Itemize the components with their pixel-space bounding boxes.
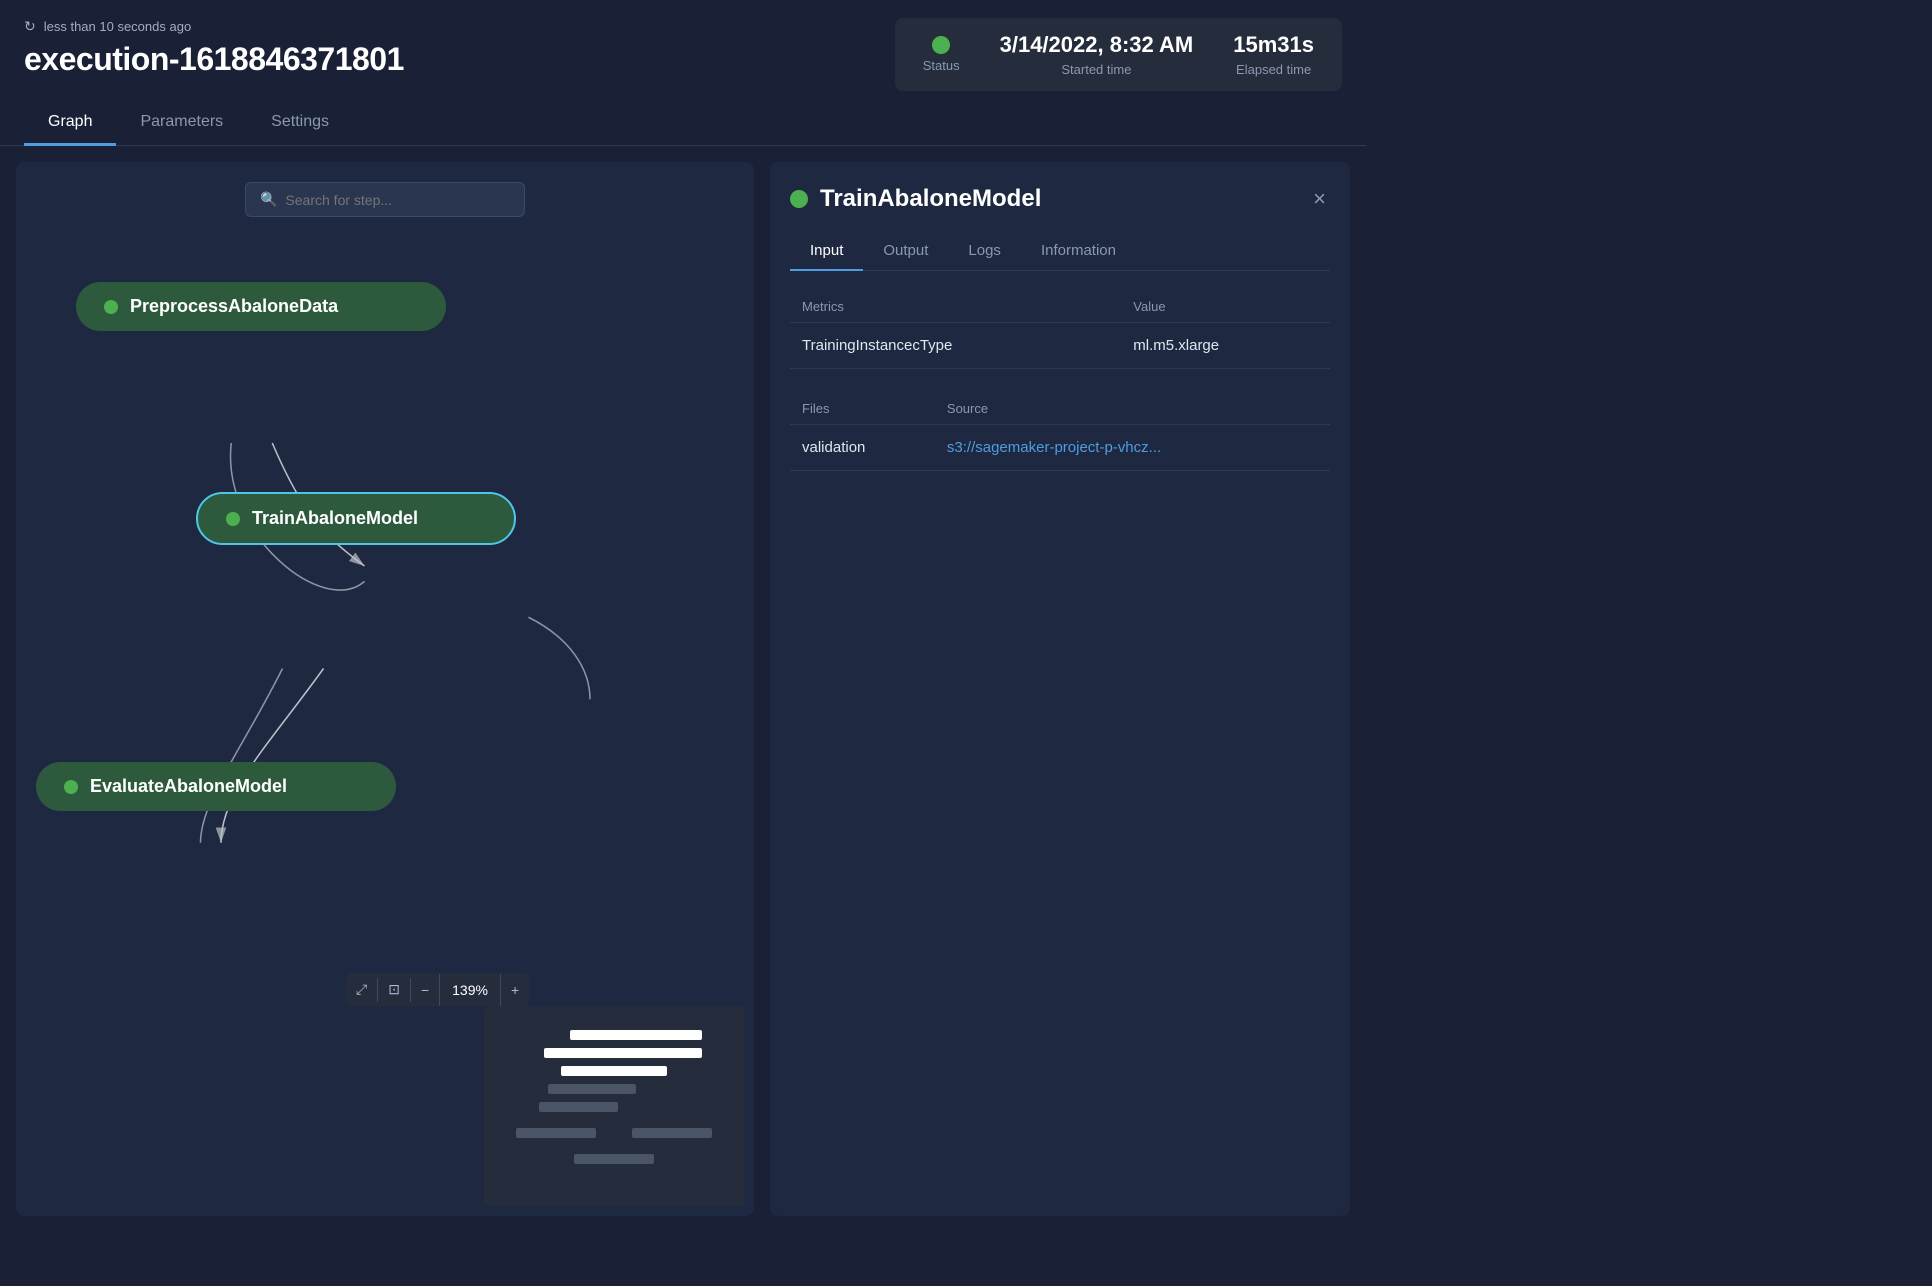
metrics-table: Metrics Value TrainingInstancecType ml.m…: [790, 291, 1330, 369]
node-train[interactable]: TrainAbaloneModel: [196, 492, 516, 545]
started-time-item: 3/14/2022, 8:32 AM Started time: [1000, 32, 1194, 77]
detail-panel-title: TrainAbaloneModel: [790, 185, 1041, 213]
search-input[interactable]: [285, 192, 510, 208]
node-evaluate[interactable]: EvaluateAbaloneModel: [36, 762, 396, 811]
section-divider: [790, 369, 1330, 393]
zoom-fit-button[interactable]: ⤢: [346, 973, 377, 1006]
detail-title-text: TrainAbaloneModel: [820, 185, 1041, 213]
metrics-col-header: Metrics: [790, 291, 1121, 323]
refresh-icon: ↻: [24, 18, 36, 35]
header-left: ↻ less than 10 seconds ago execution-161…: [24, 18, 404, 78]
tab-settings[interactable]: Settings: [247, 101, 353, 146]
refresh-label: less than 10 seconds ago: [44, 19, 191, 34]
inner-tab-output[interactable]: Output: [863, 232, 948, 271]
status-value: [932, 36, 950, 54]
table-row: validation s3://sagemaker-project-p-vhcz…: [790, 425, 1330, 471]
tab-graph[interactable]: Graph: [24, 101, 116, 146]
value-cell: ml.m5.xlarge: [1121, 323, 1330, 369]
node-status-dot-preprocess: [104, 300, 118, 314]
started-time-label: Started time: [1061, 62, 1131, 77]
mini-map: [484, 1006, 744, 1206]
close-panel-button[interactable]: ×: [1309, 182, 1330, 216]
files-col-header: Files: [790, 393, 935, 425]
node-preprocess[interactable]: PreprocessAbaloneData: [76, 282, 446, 331]
refresh-row: ↻ less than 10 seconds ago: [24, 18, 404, 35]
execution-title: execution-1618846371801: [24, 41, 404, 78]
inner-tab-logs[interactable]: Logs: [948, 232, 1021, 271]
zoom-out-button[interactable]: −: [411, 974, 439, 1006]
zoom-in-button[interactable]: +: [501, 974, 529, 1006]
source-col-header: Source: [935, 393, 1330, 425]
header: ↻ less than 10 seconds ago execution-161…: [0, 0, 1366, 101]
status-label: Status: [923, 58, 960, 73]
files-table: Files Source validation s3://sagemaker-p…: [790, 393, 1330, 471]
started-time-value: 3/14/2022, 8:32 AM: [1000, 32, 1194, 58]
node-status-dot-train: [226, 512, 240, 526]
tab-parameters[interactable]: Parameters: [116, 101, 247, 146]
elapsed-time-label: Elapsed time: [1236, 62, 1311, 77]
source-link[interactable]: s3://sagemaker-project-p-vhcz...: [947, 439, 1161, 456]
inner-tab-input[interactable]: Input: [790, 232, 863, 271]
status-dot: [932, 36, 950, 54]
elapsed-time-item: 15m31s Elapsed time: [1233, 32, 1314, 77]
zoom-reset-button[interactable]: ⊡: [378, 973, 410, 1006]
header-status-bar: Status 3/14/2022, 8:32 AM Started time 1…: [895, 18, 1342, 91]
elapsed-time-value: 15m31s: [1233, 32, 1314, 58]
node-label-evaluate: EvaluateAbaloneModel: [90, 776, 287, 797]
node-status-dot-evaluate: [64, 780, 78, 794]
search-bar[interactable]: 🔍: [245, 182, 525, 217]
detail-status-dot: [790, 190, 808, 208]
node-label-preprocess: PreprocessAbaloneData: [130, 296, 338, 317]
file-cell: validation: [790, 425, 935, 471]
graph-panel: 🔍 PreprocessAbaloneData: [16, 162, 754, 1216]
detail-panel-header: TrainAbaloneModel ×: [790, 182, 1330, 216]
main-tabs: Graph Parameters Settings: [0, 101, 1366, 146]
zoom-value: 139%: [439, 974, 501, 1006]
search-icon: 🔍: [260, 191, 277, 208]
main-content: 🔍 PreprocessAbaloneData: [0, 146, 1366, 1232]
node-label-train: TrainAbaloneModel: [252, 508, 418, 529]
value-col-header: Value: [1121, 291, 1330, 323]
zoom-controls: ⤢ ⊡ − 139% +: [346, 973, 529, 1006]
source-cell[interactable]: s3://sagemaker-project-p-vhcz...: [935, 425, 1330, 471]
inner-tab-information[interactable]: Information: [1021, 232, 1136, 271]
detail-panel: TrainAbaloneModel × Input Output Logs In…: [770, 162, 1350, 1216]
table-row: TrainingInstancecType ml.m5.xlarge: [790, 323, 1330, 369]
metric-cell: TrainingInstancecType: [790, 323, 1121, 369]
inner-tabs: Input Output Logs Information: [790, 232, 1330, 271]
status-item: Status: [923, 36, 960, 73]
